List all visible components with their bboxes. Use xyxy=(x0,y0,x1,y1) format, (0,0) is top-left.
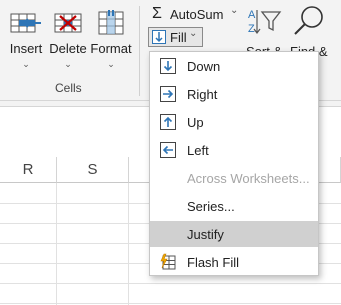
chevron-down-icon: ⌄ xyxy=(64,59,72,69)
insert-label: Insert xyxy=(9,41,43,56)
chevron-down-icon: ⌄ xyxy=(107,59,115,69)
menu-item-left[interactable]: Left xyxy=(150,137,318,163)
menu-item-right[interactable]: Right xyxy=(150,81,318,107)
sort-filter-icon: A Z xyxy=(248,9,282,35)
column-header-s[interactable]: S xyxy=(57,157,129,183)
menu-item-across-worksheets: Across Worksheets... xyxy=(150,165,318,191)
group-separator xyxy=(139,6,140,96)
fill-button[interactable]: Fill ⌄ xyxy=(148,27,203,47)
fill-down-icon xyxy=(152,30,166,44)
grid-line xyxy=(0,283,341,284)
menu-item-label: Across Worksheets... xyxy=(187,171,310,186)
menu-item-label: Series... xyxy=(187,199,235,214)
format-cells-icon xyxy=(98,10,124,35)
menu-item-up[interactable]: Up xyxy=(150,109,318,135)
chevron-down-icon: ⌄ xyxy=(189,28,198,39)
insert-cells-icon xyxy=(10,13,41,33)
menu-item-label: Down xyxy=(187,59,221,74)
fill-left-icon xyxy=(160,142,176,158)
menu-item-label: Up xyxy=(187,115,204,130)
delete-button[interactable]: Delete ⌄ xyxy=(49,6,87,76)
column-header-r[interactable]: R xyxy=(0,157,57,183)
grid-line xyxy=(56,183,57,305)
menu-item-down[interactable]: Down xyxy=(150,53,318,79)
chevron-down-icon: ⌄ xyxy=(230,5,239,16)
menu-item-justify[interactable]: Justify xyxy=(150,221,318,247)
cells-group-label: Cells xyxy=(55,81,82,95)
fill-down-icon xyxy=(160,58,176,74)
chevron-down-icon: ⌄ xyxy=(22,59,30,69)
grid-line xyxy=(0,303,341,304)
flash-fill-icon xyxy=(160,253,176,270)
menu-item-series[interactable]: Series... xyxy=(150,193,318,219)
format-button[interactable]: Format ⌄ xyxy=(90,6,132,76)
svg-text:A: A xyxy=(248,9,256,21)
menu-item-label: Justify xyxy=(187,227,224,242)
grid-line xyxy=(128,183,129,305)
autosum-label: AutoSum xyxy=(170,7,224,22)
find-select-button[interactable]: Find & xyxy=(288,4,341,59)
fill-right-icon xyxy=(160,86,176,102)
fill-dropdown-menu: Down Right Up Left Across Worksheets... … xyxy=(149,51,319,276)
insert-button[interactable]: Insert ⌄ xyxy=(6,6,46,76)
fill-up-icon xyxy=(160,114,176,130)
delete-label: Delete xyxy=(49,41,87,56)
menu-item-flash-fill[interactable]: Flash Fill xyxy=(150,249,318,275)
fill-label: Fill xyxy=(170,30,187,45)
menu-item-label: Flash Fill xyxy=(187,255,240,270)
menu-item-label: Left xyxy=(187,143,209,158)
delete-cells-icon xyxy=(54,13,82,33)
format-label: Format xyxy=(90,41,132,56)
sort-filter-button[interactable]: A Z Sort & xyxy=(244,4,284,59)
menu-item-label: Right xyxy=(187,87,218,102)
magnifier-icon xyxy=(294,6,323,35)
svg-text:Z: Z xyxy=(248,23,255,35)
sigma-icon: Σ xyxy=(152,5,162,22)
